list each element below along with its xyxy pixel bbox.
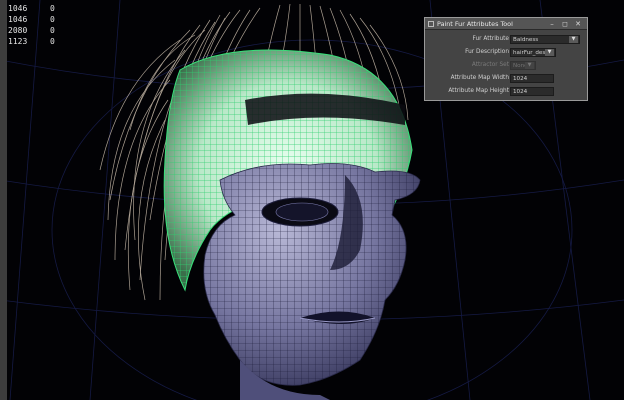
chevron-down-icon: ▼ bbox=[545, 49, 554, 56]
stats-row: 1046 0 bbox=[8, 4, 55, 13]
stats-row: 2080 0 bbox=[8, 26, 55, 35]
minimize-icon[interactable]: – bbox=[546, 19, 558, 28]
map-height-input[interactable]: 1024 bbox=[510, 87, 554, 96]
stats-row: 1046 0 bbox=[8, 15, 55, 24]
map-width-row: Attribute Map Width 1024 bbox=[425, 73, 587, 85]
attributes-form: Fur Attribute Baldness ▼ Fur Description… bbox=[425, 30, 587, 98]
fur-attribute-dropdown[interactable]: Baldness ▼ bbox=[510, 35, 580, 44]
paint-fur-attributes-window: Paint Fur Attributes Tool – ◻ ✕ Fur Attr… bbox=[424, 17, 588, 101]
chevron-down-icon: ▼ bbox=[525, 62, 534, 69]
maximize-icon[interactable]: ◻ bbox=[559, 19, 571, 28]
fur-attribute-row: Fur Attribute Baldness ▼ bbox=[425, 34, 587, 46]
app-icon bbox=[428, 20, 434, 27]
close-icon[interactable]: ✕ bbox=[572, 19, 584, 28]
map-height-label: Attribute Map Height bbox=[448, 88, 509, 94]
fur-description-dropdown[interactable]: hairFur_des ▼ bbox=[510, 48, 556, 57]
attractor-set-label: Attractor Set bbox=[471, 62, 509, 68]
chevron-down-icon: ▼ bbox=[569, 36, 578, 43]
map-height-row: Attribute Map Height 1024 bbox=[425, 86, 587, 98]
window-title: Paint Fur Attributes Tool bbox=[437, 19, 513, 28]
fur-attribute-label: Fur Attribute bbox=[472, 36, 509, 42]
attractor-set-dropdown: None ▼ bbox=[510, 61, 536, 70]
stats-row: 1123 0 bbox=[8, 37, 55, 46]
map-width-label: Attribute Map Width bbox=[450, 75, 509, 81]
fur-description-row: Fur Description hairFur_des ▼ bbox=[425, 47, 587, 59]
fur-description-label: Fur Description bbox=[465, 49, 509, 55]
map-width-input[interactable]: 1024 bbox=[510, 74, 554, 83]
attractor-set-row: Attractor Set None ▼ bbox=[425, 60, 587, 72]
3d-viewport[interactable]: 1046 0 1046 0 2080 0 1123 0 Paint Fur Attrib… bbox=[0, 0, 624, 400]
heads-up-stats: 1046 0 1046 0 2080 0 1123 0 bbox=[8, 3, 60, 47]
viewport-left-strip bbox=[0, 0, 7, 400]
window-titlebar[interactable]: Paint Fur Attributes Tool – ◻ ✕ bbox=[425, 18, 587, 30]
